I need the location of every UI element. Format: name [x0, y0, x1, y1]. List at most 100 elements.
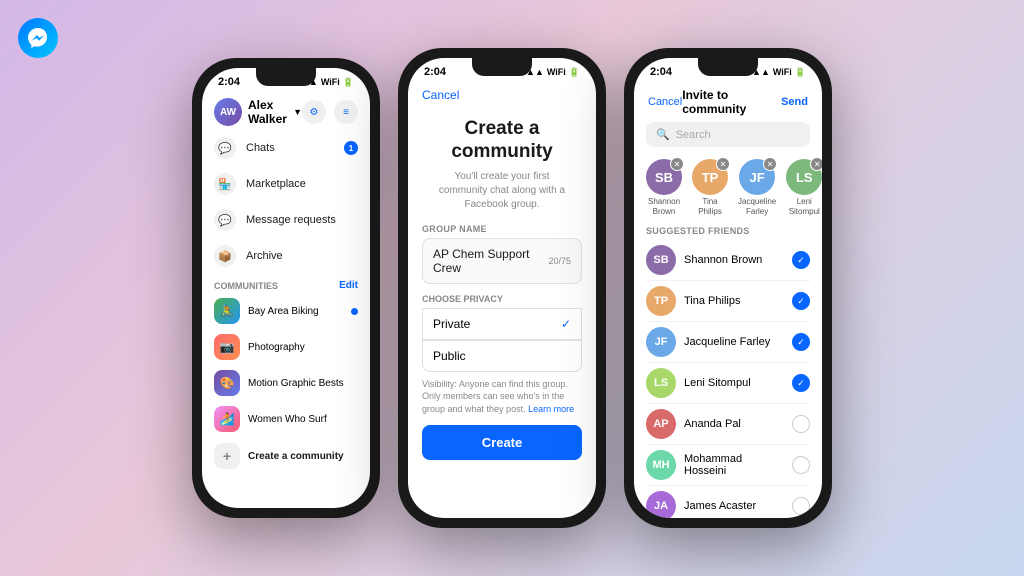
sidebar-user[interactable]: AW Alex Walker ▼ [214, 98, 302, 126]
create-community-button[interactable]: + Create a community [202, 437, 370, 475]
invite-send-button[interactable]: Send [781, 96, 808, 108]
selected-avatar-wrap-jacqueline: JF ✕ [739, 159, 775, 195]
user-avatar: AW [214, 98, 242, 126]
photography-icon: 📷 [214, 334, 240, 360]
nav-item-archive[interactable]: 📦 Archive [202, 238, 370, 274]
friend-name-6: James Acaster [684, 500, 784, 512]
friend-avatar-1: TP [646, 286, 676, 316]
phone-invite: 2:04 ▲▲▲ WiFi 🔋 Cancel Invite to communi… [624, 48, 832, 528]
plus-icon: + [214, 443, 240, 469]
learn-more-link[interactable]: Learn more [528, 404, 574, 414]
create-community-form: Group name AP Chem Support Crew 20/75 Ch… [408, 224, 596, 416]
friend-check-3[interactable]: ✓ [792, 374, 810, 392]
selected-name-shannon: Shannon Brown [646, 197, 682, 216]
wifi-icon-3: WiFi [773, 67, 792, 77]
community-bay-area-biking[interactable]: 🚴 Bay Area Biking [202, 293, 370, 329]
selected-name-tina: Tina Philips [692, 197, 728, 216]
selected-avatar-wrap-shannon: SB ✕ [646, 159, 682, 195]
phones-container: 2:04 ▲▲▲ WiFi 🔋 AW Alex Walker ▼ ⚙ ≡ [192, 48, 832, 528]
friend-avatar-2: JF [646, 327, 676, 357]
battery-icon-2: 🔋 [569, 67, 580, 78]
communities-edit-button[interactable]: Edit [339, 280, 358, 291]
privacy-public-option[interactable]: Public [422, 340, 582, 372]
phone-notch-2 [472, 58, 532, 76]
selected-person-leni: LS ✕ Leni Sitompul [786, 159, 822, 216]
char-count: 20/75 [548, 256, 571, 266]
remove-leni-button[interactable]: ✕ [810, 157, 822, 171]
marketplace-label: Marketplace [246, 178, 306, 190]
photography-label: Photography [248, 342, 305, 353]
remove-tina-button[interactable]: ✕ [716, 157, 730, 171]
create-community-title: Create a community [408, 110, 596, 168]
time-3: 2:04 [650, 66, 672, 78]
friends-list: SB Shannon Brown ✓ TP Tina Philips ✓ JF … [634, 240, 822, 518]
community-women-surf[interactable]: 🏄 Women Who Surf [202, 401, 370, 437]
search-icon: 🔍 [656, 128, 670, 141]
friend-item-5[interactable]: MH Mohammad Hosseini [634, 445, 822, 485]
selected-avatar-wrap-leni: LS ✕ [786, 159, 822, 195]
cancel-button-2[interactable]: Cancel [422, 88, 459, 102]
nav-item-message-requests[interactable]: 💬 Message requests [202, 202, 370, 238]
friend-item-4[interactable]: AP Ananda Pal [634, 404, 822, 444]
bay-area-biking-dot [351, 308, 358, 315]
motion-graphic-icon: 🎨 [214, 370, 240, 396]
selected-avatar-wrap-tina: TP ✕ [692, 159, 728, 195]
friend-name-0: Shannon Brown [684, 254, 784, 266]
nav-item-marketplace[interactable]: 🏪 Marketplace [202, 166, 370, 202]
group-name-value: AP Chem Support Crew [433, 247, 548, 275]
settings-icon-btn[interactable]: ⚙ [302, 100, 326, 124]
friend-check-5[interactable] [792, 456, 810, 474]
chats-label: Chats [246, 142, 275, 154]
marketplace-icon: 🏪 [214, 173, 236, 195]
motion-graphic-label: Motion Graphic Bests [248, 378, 344, 389]
women-surf-icon: 🏄 [214, 406, 240, 432]
wifi-icon: WiFi [321, 77, 340, 87]
friend-check-1[interactable]: ✓ [792, 292, 810, 310]
friend-name-1: Tina Philips [684, 295, 784, 307]
battery-icon: 🔋 [343, 77, 354, 88]
privacy-label: Choose privacy [422, 294, 582, 304]
friend-check-2[interactable]: ✓ [792, 333, 810, 351]
communities-section-label: Communities [214, 281, 278, 291]
community-photography[interactable]: 📷 Photography [202, 329, 370, 365]
friend-avatar-6: JA [646, 491, 676, 518]
friend-item-3[interactable]: LS Leni Sitompul ✓ [634, 363, 822, 403]
remove-jacqueline-button[interactable]: ✕ [763, 157, 777, 171]
phone-sidebar: 2:04 ▲▲▲ WiFi 🔋 AW Alex Walker ▼ ⚙ ≡ [192, 58, 380, 518]
visibility-text: Visibility: Anyone can find this group. … [422, 378, 582, 416]
time-2: 2:04 [424, 66, 446, 78]
privacy-private-option[interactable]: Private ✓ [422, 308, 582, 340]
group-name-input[interactable]: AP Chem Support Crew 20/75 [422, 238, 582, 284]
friend-check-4[interactable] [792, 415, 810, 433]
public-label: Public [433, 349, 466, 363]
search-bar[interactable]: 🔍 Search [646, 122, 810, 147]
friend-avatar-5: MH [646, 450, 676, 480]
group-name-label: Group name [422, 224, 582, 234]
create-button[interactable]: Create [422, 425, 582, 460]
friend-avatar-3: LS [646, 368, 676, 398]
suggested-friends-label: SUGGESTED FRIENDS [634, 224, 822, 240]
community-motion-graphic[interactable]: 🎨 Motion Graphic Bests [202, 365, 370, 401]
user-name: Alex Walker [248, 98, 287, 126]
friend-avatar-4: AP [646, 409, 676, 439]
archive-label: Archive [246, 250, 283, 262]
nav-item-chats[interactable]: 💬 Chats 1 [202, 130, 370, 166]
private-check: ✓ [561, 317, 571, 331]
friend-item-0[interactable]: SB Shannon Brown ✓ [634, 240, 822, 280]
selected-person-tina: TP ✕ Tina Philips [692, 159, 728, 216]
friend-name-5: Mohammad Hosseini [684, 453, 784, 477]
friend-item-6[interactable]: JA James Acaster [634, 486, 822, 518]
communities-section-header: Communities Edit [202, 274, 370, 293]
friend-name-2: Jacqueline Farley [684, 336, 784, 348]
time-1: 2:04 [218, 76, 240, 88]
chats-badge: 1 [344, 141, 358, 155]
compose-icon-btn[interactable]: ≡ [334, 100, 358, 124]
phone-notch [256, 68, 316, 86]
friend-item-1[interactable]: TP Tina Philips ✓ [634, 281, 822, 321]
private-label: Private [433, 317, 470, 331]
friend-check-6[interactable] [792, 497, 810, 515]
friend-item-2[interactable]: JF Jacqueline Farley ✓ [634, 322, 822, 362]
friend-check-0[interactable]: ✓ [792, 251, 810, 269]
invite-cancel-button[interactable]: Cancel [648, 96, 682, 108]
remove-shannon-button[interactable]: ✕ [670, 157, 684, 171]
